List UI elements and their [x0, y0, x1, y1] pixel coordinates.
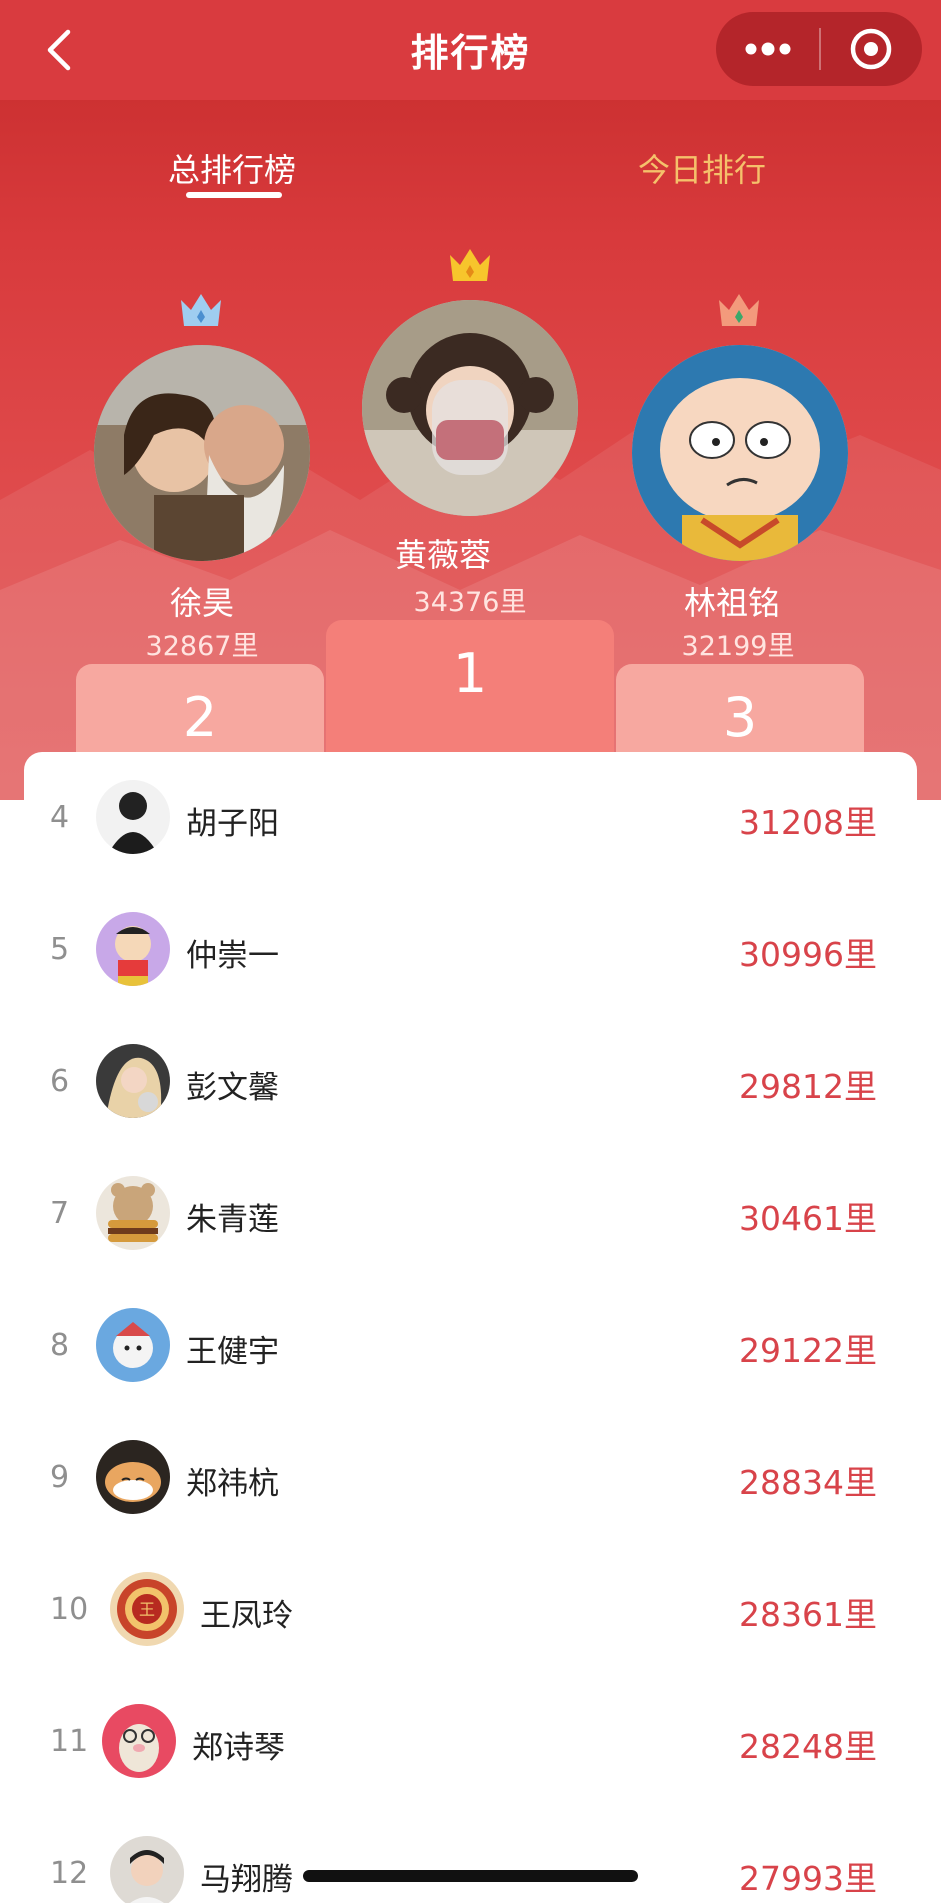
tab-today-ranking[interactable]: 今日排行: [638, 145, 766, 191]
avatar: [96, 912, 170, 986]
active-tab-underline: [186, 192, 282, 198]
user-name: 郑诗琴: [192, 1730, 285, 1766]
list-item[interactable]: 8 王健宇 29122里: [24, 1280, 917, 1412]
rank-number: 4: [50, 800, 70, 835]
rank-1-score: 34376里: [413, 587, 527, 618]
avatar-rank-2[interactable]: [94, 345, 310, 561]
photo-avatar: [94, 345, 310, 561]
orange-crown-icon: [719, 294, 759, 326]
home-indicator[interactable]: [303, 1870, 638, 1882]
rank-number: 8: [50, 1328, 70, 1363]
user-name: 郑祎杭: [186, 1466, 279, 1502]
rank-number: 12: [50, 1856, 89, 1891]
list-item[interactable]: 9 郑祎杭 28834里: [24, 1412, 917, 1544]
avatar: [96, 1440, 170, 1514]
avatar: [96, 1308, 170, 1382]
user-score: 29122里: [739, 1331, 877, 1370]
user-name: 马翔腾: [200, 1862, 293, 1898]
list-item[interactable]: 11 郑诗琴 28248里: [24, 1676, 917, 1808]
navigation-bar: 排行榜: [0, 0, 941, 100]
user-score: 28834里: [739, 1463, 877, 1502]
tab-total-ranking[interactable]: 总排行榜: [168, 145, 296, 191]
close-button[interactable]: [819, 12, 922, 86]
ranking-header: 排行榜 总排行榜 今日排行 徐昊 32867里 黄薇蓉 34376里 林祖铭 3…: [0, 0, 941, 800]
user-score: 31208里: [739, 803, 877, 842]
avatar: 王: [110, 1572, 184, 1646]
mini-program-capsule: [716, 12, 922, 86]
svg-text:王: 王: [139, 1600, 155, 1619]
user-score: 29812里: [739, 1067, 877, 1106]
rank-number: 5: [50, 932, 70, 967]
cartoon-avatar: [632, 345, 848, 561]
rank-number: 11: [50, 1724, 89, 1759]
user-name: 彭文馨: [186, 1070, 279, 1106]
avatar: [102, 1704, 176, 1778]
list-item[interactable]: 10 王 王凤玲 28361里: [24, 1544, 917, 1676]
avatar-rank-3[interactable]: [632, 345, 848, 561]
user-score: 28248里: [739, 1727, 877, 1766]
user-name: 仲崇一: [186, 938, 279, 974]
user-name: 胡子阳: [186, 806, 279, 842]
avatar: [96, 1176, 170, 1250]
target-circle-icon: [850, 28, 891, 70]
avatar-rank-1[interactable]: [362, 300, 578, 516]
capsule-divider: [819, 28, 821, 70]
user-score: 28361里: [739, 1595, 877, 1634]
list-item[interactable]: 5 仲崇一 30996里: [24, 884, 917, 1016]
rank-1-name: 黄薇蓉: [394, 536, 491, 574]
more-dots-icon: [745, 42, 790, 56]
avatar: [96, 780, 170, 854]
user-score: 30996里: [739, 935, 877, 974]
rank-2-name: 徐昊: [169, 584, 234, 622]
avatar: [96, 1044, 170, 1118]
user-score: 30461里: [739, 1199, 877, 1238]
rank-2-score: 32867里: [145, 631, 259, 662]
rank-number: 9: [50, 1460, 70, 1495]
user-score: 27993里: [739, 1859, 877, 1898]
rank-number: 7: [50, 1196, 70, 1231]
user-name: 朱青莲: [186, 1202, 279, 1238]
ranking-list: 4 胡子阳 31208里 5 仲崇一 30996里 6 彭文馨 29812里 7…: [24, 752, 917, 1903]
more-button[interactable]: [716, 12, 819, 86]
rank-3-name: 林祖铭: [683, 584, 780, 622]
list-item[interactable]: 7 朱青莲 30461里: [24, 1148, 917, 1280]
list-item[interactable]: 6 彭文馨 29812里: [24, 1016, 917, 1148]
photo-avatar: [362, 300, 578, 516]
rank-3-score: 32199里: [681, 631, 795, 662]
list-item[interactable]: 12 马翔腾 27993里: [24, 1808, 917, 1903]
gold-crown-icon: [450, 249, 490, 281]
user-name: 王健宇: [186, 1334, 279, 1370]
rank-number: 10: [50, 1592, 89, 1627]
avatar: [110, 1836, 184, 1903]
list-item[interactable]: 4 胡子阳 31208里: [24, 752, 917, 884]
user-name: 王凤玲: [200, 1598, 293, 1634]
rank-number: 6: [50, 1064, 70, 1099]
blue-crown-icon: [181, 294, 221, 326]
